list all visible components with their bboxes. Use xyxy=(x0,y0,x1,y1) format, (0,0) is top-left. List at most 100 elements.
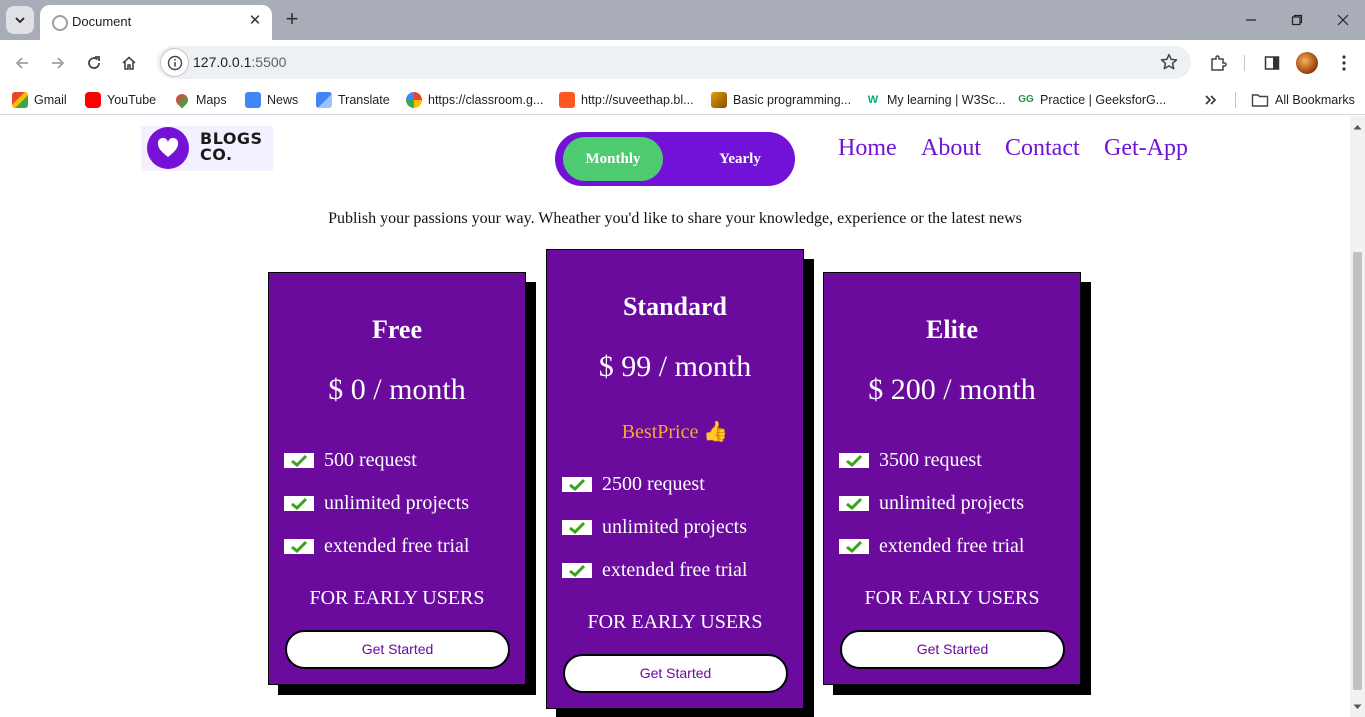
side-panel-button[interactable] xyxy=(1261,52,1283,74)
brand-logo[interactable]: BLOGS CO. xyxy=(141,126,273,171)
scroll-thumb[interactable] xyxy=(1353,252,1362,690)
restore-button[interactable] xyxy=(1287,10,1307,30)
checkmark-icon xyxy=(284,538,314,554)
feature-item: extended free trial xyxy=(562,558,747,582)
feature-label: 500 request xyxy=(324,448,417,471)
checkmark-icon xyxy=(284,452,314,468)
plan-price: $ 99 / month xyxy=(598,350,752,383)
nav-home[interactable]: Home xyxy=(838,135,897,162)
feature-label: 2500 request xyxy=(602,472,705,495)
plan-card-elite: Elite $ 200 / month 3500 request unlimit… xyxy=(823,272,1081,685)
url-text: 127.0.0.1:5500 xyxy=(193,54,286,70)
arrow-right-icon xyxy=(52,57,65,69)
nav-contact[interactable]: Contact xyxy=(1005,135,1080,162)
close-tab-button[interactable]: ✕ xyxy=(245,11,265,31)
arrow-left-icon xyxy=(15,57,28,69)
extensions-button[interactable] xyxy=(1207,52,1229,74)
feature-item: 2500 request xyxy=(562,472,705,496)
tab-search-button[interactable] xyxy=(6,6,34,34)
all-bookmarks-button[interactable]: All Bookmarks xyxy=(1251,91,1355,109)
avatar xyxy=(1296,52,1318,74)
bookmark-news[interactable]: News xyxy=(245,91,298,109)
scroll-down-arrow-icon[interactable] xyxy=(1353,704,1362,710)
more-vert-icon xyxy=(1342,55,1346,71)
bookmark-label: Translate xyxy=(338,93,390,107)
folder-icon xyxy=(1251,94,1269,107)
bookmark-basic-programming[interactable]: Basic programming... xyxy=(711,91,851,109)
plan-name: Free xyxy=(371,315,423,344)
close-icon xyxy=(1337,14,1349,26)
gmail-icon xyxy=(12,92,28,108)
w3schools-icon: W xyxy=(865,92,881,108)
get-started-button[interactable]: Get Started xyxy=(285,630,510,669)
bookmark-label: Practice | GeeksforG... xyxy=(1040,93,1167,107)
bookmark-label: My learning | W3Sc... xyxy=(887,93,1006,107)
bookmark-star-button[interactable] xyxy=(1159,52,1179,72)
checkmark-icon xyxy=(839,495,869,511)
bookmark-translate[interactable]: Translate xyxy=(316,91,390,109)
nav-get-app[interactable]: Get-App xyxy=(1104,135,1188,162)
profile-button[interactable] xyxy=(1296,52,1318,74)
feature-item: 500 request xyxy=(284,448,417,472)
plan-note: FOR EARLY USERS xyxy=(309,587,485,609)
bookmark-maps[interactable]: Maps xyxy=(173,91,227,109)
browser-tab[interactable]: Document ✕ xyxy=(40,5,272,40)
bookmark-label: https://classroom.g... xyxy=(428,93,544,107)
logo-wordmark: BLOGS CO. xyxy=(200,131,263,163)
chevron-double-right-icon xyxy=(1205,95,1217,105)
page-viewport: BLOGS CO. Monthly Yearly Home About Cont… xyxy=(0,116,1350,717)
bookmark-blogger[interactable]: http://suveethap.bl... xyxy=(559,91,694,109)
blogger-icon xyxy=(559,92,575,108)
checkmark-icon xyxy=(562,519,592,535)
plan-price: $ 0 / month xyxy=(328,373,466,406)
bookmark-geeksforgeeks[interactable]: GG Practice | GeeksforG... xyxy=(1018,91,1166,109)
minimize-button[interactable] xyxy=(1241,10,1261,30)
checkmark-icon xyxy=(839,538,869,554)
close-window-button[interactable] xyxy=(1333,10,1353,30)
reload-icon xyxy=(88,56,100,69)
get-started-button[interactable]: Get Started xyxy=(563,654,788,693)
plan-price: $ 200 / month xyxy=(868,373,1036,406)
youtube-icon xyxy=(85,92,101,108)
get-started-button[interactable]: Get Started xyxy=(840,630,1065,669)
site-info-button[interactable] xyxy=(160,48,189,77)
feature-label: extended free trial xyxy=(602,558,748,581)
more-bookmarks-button[interactable] xyxy=(1204,91,1218,109)
feature-label: extended free trial xyxy=(324,534,470,557)
menu-button[interactable] xyxy=(1333,52,1355,74)
bookmark-youtube[interactable]: YouTube xyxy=(85,91,156,109)
bookmark-gmail[interactable]: Gmail xyxy=(12,91,67,109)
forward-button[interactable] xyxy=(47,52,69,74)
back-button[interactable] xyxy=(11,52,33,74)
tab-strip: Document ✕ + xyxy=(0,0,1365,40)
bookmark-label: Maps xyxy=(196,93,227,107)
monthly-toggle-button[interactable]: Monthly xyxy=(563,137,663,181)
feature-label: unlimited projects xyxy=(602,515,747,538)
restore-icon xyxy=(1291,14,1303,26)
plan-card-standard: Standard $ 99 / month BestPrice 👍 2500 r… xyxy=(546,249,804,709)
url-port: :5500 xyxy=(251,54,287,70)
scroll-up-arrow-icon[interactable] xyxy=(1353,124,1362,130)
new-tab-button[interactable]: + xyxy=(281,8,303,31)
tab-title: Document xyxy=(72,14,132,29)
reload-button[interactable] xyxy=(83,52,105,74)
nav-about[interactable]: About xyxy=(921,135,981,162)
yearly-toggle-button[interactable]: Yearly xyxy=(695,137,785,181)
checkmark-icon xyxy=(839,452,869,468)
bookmark-classroom[interactable]: https://classroom.g... xyxy=(406,91,543,109)
home-button[interactable] xyxy=(118,52,140,74)
all-bookmarks-label: All Bookmarks xyxy=(1275,93,1355,107)
url-host: 127.0.0.1 xyxy=(193,54,252,70)
logo-mark xyxy=(147,127,189,169)
bookmark-w3schools[interactable]: W My learning | W3Sc... xyxy=(865,91,1006,109)
plan-name: Standard xyxy=(622,292,728,321)
address-bar[interactable]: 127.0.0.1:5500 xyxy=(157,46,1191,79)
plan-card-free: Free $ 0 / month 500 request unlimited p… xyxy=(268,272,526,685)
bookmark-label: Gmail xyxy=(34,93,67,107)
plan-name: Elite xyxy=(926,315,978,344)
billing-toggle: Monthly Yearly xyxy=(555,132,795,186)
page-scrollbar[interactable] xyxy=(1350,116,1365,717)
browser-toolbar: 127.0.0.1:5500 xyxy=(0,40,1365,85)
bookmarks-bar: Gmail YouTube Maps News Translate https:… xyxy=(0,85,1365,115)
toolbar-divider xyxy=(1244,55,1245,71)
